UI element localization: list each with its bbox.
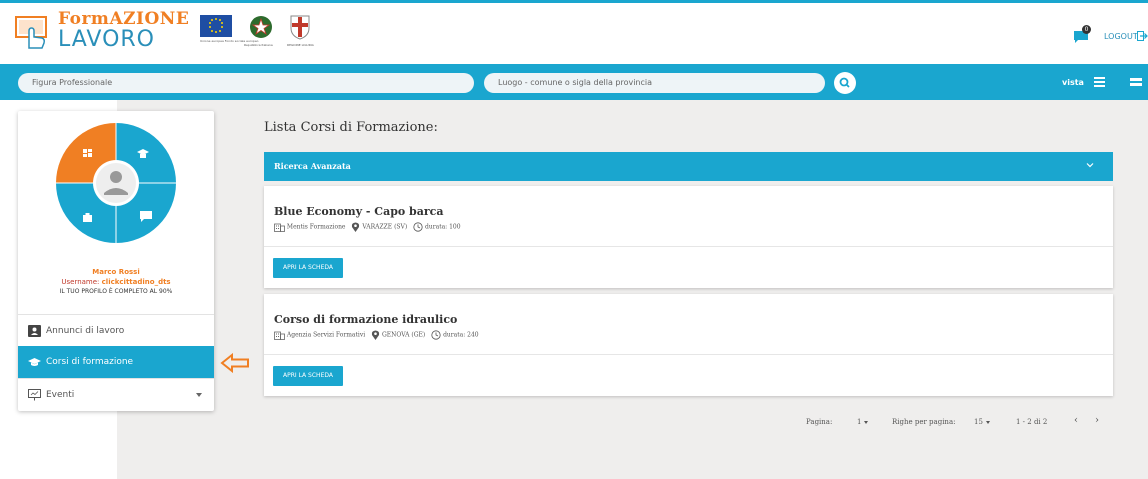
chevron-down-icon[interactable] [1085, 160, 1095, 170]
rows-per-page-select[interactable]: 15 [974, 418, 990, 426]
profession-search-input[interactable]: Figura Professionale [18, 73, 474, 93]
open-course-button[interactable]: APRI LA SCHEDA [273, 258, 343, 278]
republic-caption: Repubblica Italiana [244, 43, 273, 47]
card-view-icon[interactable] [1130, 78, 1142, 86]
divider [264, 246, 1113, 247]
course-duration: durata: 100 [425, 223, 461, 231]
hand-cursor-icon [15, 16, 47, 49]
course-duration: durata: 240 [443, 331, 479, 339]
presentation-icon [28, 389, 41, 401]
list-view-icon[interactable] [1094, 77, 1105, 87]
id-card-icon [28, 325, 41, 337]
republic-emblem-icon [250, 16, 272, 38]
advanced-search-panel[interactable]: Ricerca Avanzata [264, 152, 1113, 181]
rows-per-page-label: Righe per pagina: [892, 418, 956, 426]
page-title: Lista Corsi di Formazione: [264, 120, 438, 135]
header: FormAZIONE LAVORO Unione europea Fondo s… [0, 3, 1148, 64]
profile-completion: IL TUO PROFILO È COMPLETO AL 90% [59, 288, 173, 295]
profile-username: Username: clickcittadino_dts [18, 278, 214, 286]
rows-value: 15 [974, 418, 983, 426]
course-title[interactable]: Corso di formazione idraulico [274, 313, 457, 326]
logo-line1b: AZIONE [109, 9, 190, 29]
menu-item-annunci[interactable]: Annunci di lavoro [18, 314, 214, 346]
view-label: vista [1062, 78, 1084, 87]
eu-flag-icon [200, 15, 232, 37]
next-page-button[interactable]: › [1095, 415, 1099, 426]
page-select[interactable]: 1 [857, 418, 869, 426]
course-title[interactable]: Blue Economy - Capo barca [274, 205, 444, 218]
menu-item-corsi[interactable]: Corsi di formazione [18, 346, 214, 378]
clock-icon [413, 222, 423, 232]
menu-label-eventi: Eventi [46, 390, 75, 400]
username-value: clickcittadino_dts [101, 278, 171, 286]
search-button[interactable] [834, 72, 856, 94]
logo-line1a: Form [58, 9, 110, 29]
logout-icon[interactable] [1137, 31, 1148, 41]
profile-wheel [56, 123, 176, 243]
profile-card: Marco Rossi Username: clickcittadino_dts… [18, 111, 214, 411]
search-icon [839, 77, 850, 88]
logo[interactable]: FormAZIONE LAVORO [58, 11, 189, 51]
clock-icon [431, 330, 441, 340]
graduation-cap-icon [28, 358, 41, 366]
prev-page-button[interactable]: ‹ [1074, 415, 1078, 426]
course-meta: Agenzia Servizi Formativi GENOVA (GE) du… [274, 330, 479, 340]
advanced-search-label: Ricerca Avanzata [274, 161, 351, 171]
page-label: Pagina: [806, 418, 833, 426]
username-label: Username: [61, 278, 100, 286]
course-provider: Agenzia Servizi Formativi [286, 331, 366, 339]
divider [264, 354, 1113, 355]
notification-badge: 0 [1082, 25, 1091, 34]
place-search-input[interactable]: Luogo - comune o sigla della provincia [484, 73, 825, 93]
course-card: Corso di formazione idraulico Agenzia Se… [264, 294, 1113, 396]
logout-link[interactable]: LOGOUT [1104, 32, 1138, 41]
region-caption: REGIONE LIGURIA [287, 43, 314, 47]
building-icon [274, 223, 285, 232]
course-provider: Mentis Formazione [286, 223, 346, 231]
chevron-down-icon[interactable] [196, 393, 202, 397]
page-range: 1 - 2 di 2 [1016, 418, 1048, 426]
menu-label-corsi: Corsi di formazione [46, 357, 134, 367]
chevron-down-icon [864, 420, 869, 424]
location-pin-icon [371, 330, 380, 340]
search-bar: Figura Professionale Luogo - comune o si… [0, 64, 1148, 100]
menu-label-annunci: Annunci di lavoro [46, 326, 125, 336]
main-area: Marco Rossi Username: clickcittadino_dts… [0, 100, 1148, 479]
region-shield-icon [290, 15, 310, 40]
location-pin-icon [352, 222, 360, 232]
open-course-button[interactable]: APRI LA SCHEDA [273, 366, 343, 386]
logo-line2: LAVORO [58, 27, 155, 52]
profile-name: Marco Rossi [92, 268, 140, 276]
course-place: GENOVA (GE) [381, 331, 426, 339]
chevron-down-icon [985, 420, 990, 424]
arrow-left-icon [220, 353, 249, 373]
course-place: VARAZZE (SV) [362, 223, 408, 231]
page-value: 1 [857, 418, 862, 426]
building-icon [274, 331, 285, 340]
course-card: Blue Economy - Capo barca Mentis Formazi… [264, 186, 1113, 288]
menu-item-eventi[interactable]: Eventi [18, 378, 214, 410]
course-meta: Mentis Formazione VARAZZE (SV) durata: 1… [274, 222, 461, 232]
